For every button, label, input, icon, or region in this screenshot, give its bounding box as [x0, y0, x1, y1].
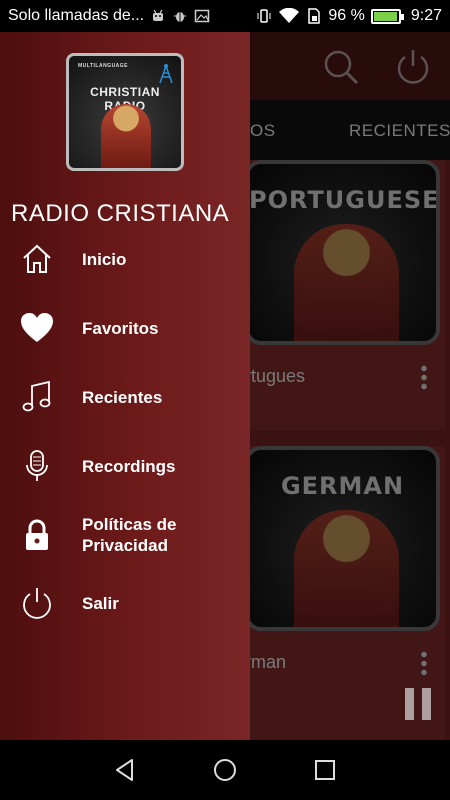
recents-button[interactable] [311, 756, 339, 784]
back-triangle-icon [116, 759, 133, 781]
sim-icon [308, 8, 321, 24]
menu-item-favoritos[interactable]: Favoritos [0, 298, 250, 358]
home-button[interactable] [211, 756, 239, 784]
home-icon [20, 242, 54, 276]
image-icon [194, 9, 210, 23]
menu-item-inicio[interactable]: Inicio [0, 229, 250, 289]
lock-icon [20, 518, 54, 552]
menu-item-salir[interactable]: Salir [0, 573, 250, 633]
battery-percent: 96 % [328, 7, 365, 24]
clock: 9:27 [410, 7, 442, 24]
vibrate-icon [257, 9, 271, 23]
menu-item-label: Favoritos [82, 318, 159, 338]
back-button[interactable] [111, 756, 139, 784]
menu-item-label: Políticas de Privacidad [82, 515, 177, 555]
heart-icon [20, 311, 54, 345]
menu-item-label: Recientes [82, 387, 163, 407]
menu-item-label: Salir [82, 593, 119, 613]
home-circle-icon [214, 759, 236, 781]
music-note-icon [20, 380, 54, 414]
status-bar: Solo llamadas de... 96 % 9:27 [0, 0, 450, 32]
menu-item-label: Recordings [82, 456, 176, 476]
recents-square-icon [315, 760, 335, 780]
notification-text: Solo llamadas de... [8, 7, 145, 24]
android-icon [153, 9, 164, 21]
app-logo: MULTILANGUAGE CHRISTIAN RADIO [66, 53, 184, 171]
drawer-title: RADIO CRISTIANA [11, 200, 230, 227]
pause-button[interactable] [405, 688, 431, 720]
navigation-drawer: MULTILANGUAGE CHRISTIAN RADIO RADIO CRIS… [0, 32, 250, 740]
radio-tower-icon [159, 64, 173, 84]
wifi-icon [279, 8, 300, 23]
battery-icon [370, 8, 404, 24]
menu-item-recordings[interactable]: Recordings [0, 436, 250, 496]
power-icon [20, 586, 54, 620]
microphone-icon [20, 449, 54, 483]
menu-item-recientes[interactable]: Recientes [0, 367, 250, 427]
menu-item-label: Inicio [82, 249, 127, 269]
bug-icon [174, 12, 187, 22]
navigation-bar [0, 740, 450, 800]
menu-item-privacidad[interactable]: Políticas de Privacidad [0, 505, 250, 565]
